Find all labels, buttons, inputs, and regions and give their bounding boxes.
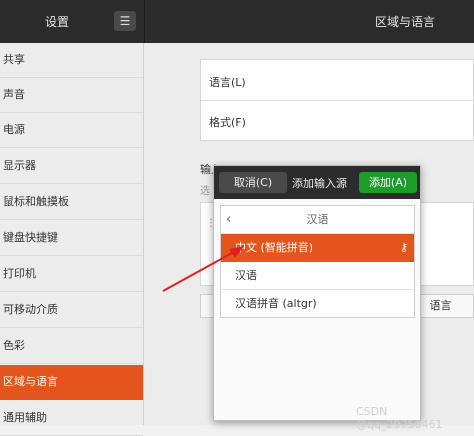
- annotation-arrow: [162, 246, 244, 292]
- arrow-shaft: [162, 252, 233, 292]
- watermark: CSDN @qq_29750461: [356, 405, 443, 431]
- arrow-head: [229, 246, 244, 258]
